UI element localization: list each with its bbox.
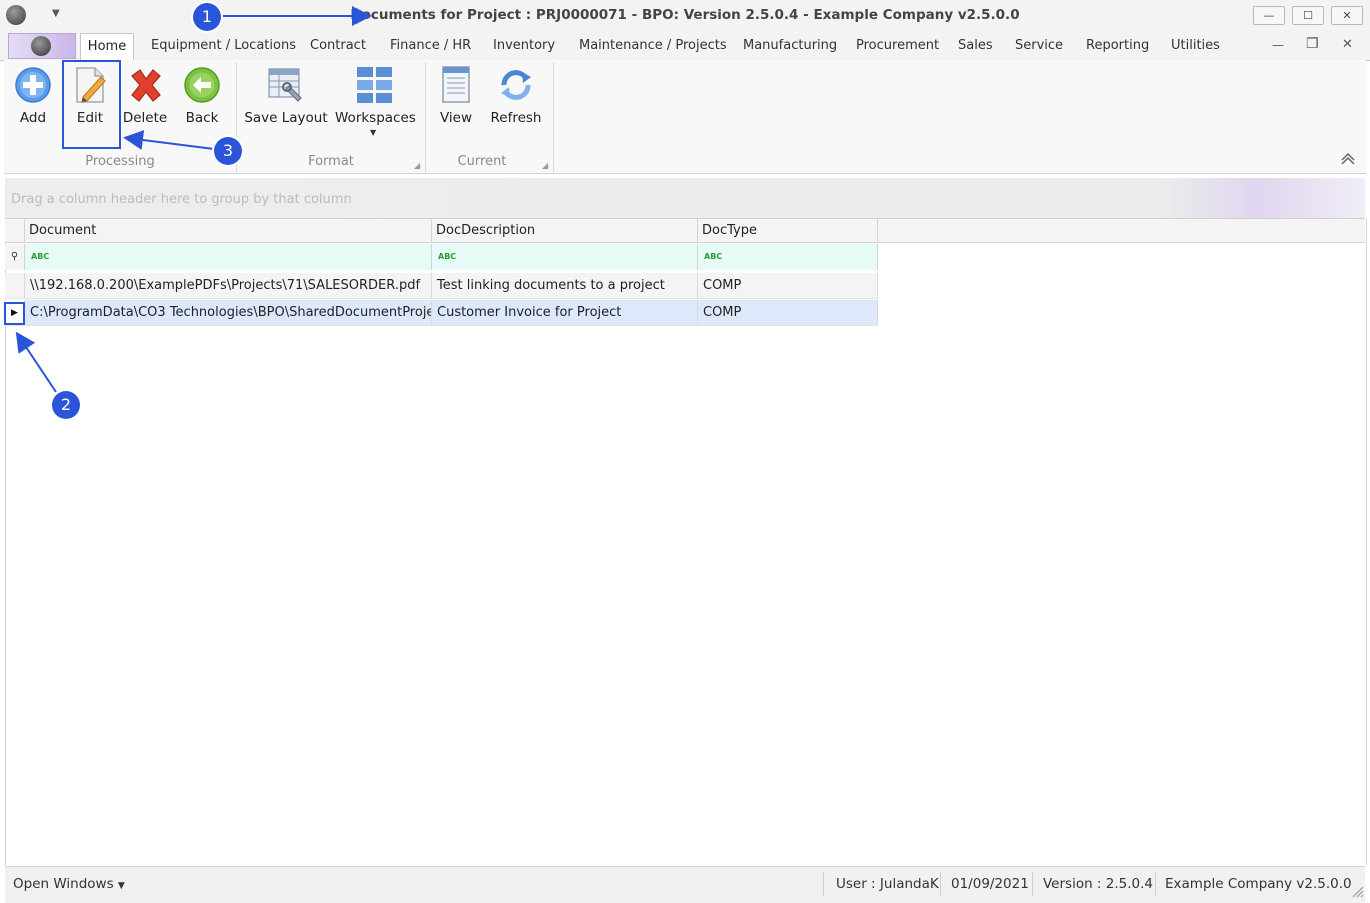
open-windows-label: Open Windows: [13, 876, 114, 892]
column-header-doctype[interactable]: DocType: [698, 219, 878, 243]
workspaces-label: Workspaces: [335, 110, 416, 126]
view-icon: [442, 66, 470, 103]
status-divider: [1032, 872, 1033, 896]
chevron-down-icon: ▼: [370, 128, 377, 137]
tab-inventory[interactable]: Inventory: [493, 38, 555, 53]
cell-docdescription[interactable]: Test linking documents to a project: [432, 273, 698, 299]
delete-icon: [131, 69, 161, 102]
back-label: Back: [185, 110, 219, 126]
annotation-badge: 3: [214, 137, 242, 165]
back-button[interactable]: Back: [179, 64, 225, 144]
tab-contract[interactable]: Contract: [310, 38, 366, 53]
row-indicator-header: [5, 219, 25, 243]
tab-utilities[interactable]: Utilities: [1171, 38, 1220, 53]
filter-cell-document[interactable]: ABC: [25, 244, 432, 270]
save-layout-button[interactable]: Save Layout: [243, 64, 329, 144]
save-layout-label: Save Layout: [244, 110, 328, 126]
cell-doctype[interactable]: COMP: [698, 300, 878, 326]
view-label: View: [439, 110, 473, 126]
cell-document[interactable]: \\192.168.0.200\ExamplePDFs\Projects\71\…: [25, 273, 432, 299]
open-windows-menu[interactable]: Open Windows ▼: [13, 876, 125, 892]
cell-doctype[interactable]: COMP: [698, 273, 878, 299]
status-date: 01/09/2021: [951, 876, 1029, 892]
group-label-current: Current: [457, 154, 507, 169]
cell-document[interactable]: C:\ProgramData\CO3 Technologies\BPO\Shar…: [25, 300, 432, 326]
save-layout-icon: [268, 68, 302, 102]
add-icon: [15, 67, 51, 103]
mdi-close-button[interactable]: ✕: [1342, 37, 1353, 52]
text-filter-icon: ABC: [31, 252, 50, 261]
status-user: User : JulandaK: [836, 876, 939, 892]
collapse-ribbon-icon[interactable]: [1340, 150, 1356, 166]
dialog-launcher-icon[interactable]: ◢: [414, 161, 420, 170]
status-company: Example Company v2.5.0.0: [1165, 876, 1352, 892]
edit-label: Edit: [76, 110, 104, 126]
tab-manufacturing[interactable]: Manufacturing: [743, 38, 837, 53]
annotation-badge: 1: [193, 3, 221, 31]
column-header-docdescription[interactable]: DocDescription: [432, 219, 698, 243]
status-divider: [1155, 872, 1156, 896]
cell-docdescription[interactable]: Customer Invoice for Project: [432, 300, 698, 326]
edit-icon: [76, 67, 106, 103]
refresh-icon: [501, 70, 531, 100]
refresh-button[interactable]: Refresh: [487, 64, 545, 144]
tab-reporting[interactable]: Reporting: [1086, 38, 1149, 53]
tab-maintenance-projects[interactable]: Maintenance / Projects: [579, 38, 727, 53]
filter-cell-doctype[interactable]: ABC: [698, 244, 878, 270]
size-grip-icon[interactable]: [1350, 884, 1364, 898]
group-divider: [553, 62, 554, 172]
app-logo-icon: [31, 36, 51, 56]
delete-label: Delete: [122, 110, 168, 126]
add-label: Add: [19, 110, 47, 126]
dialog-launcher-icon[interactable]: ◢: [542, 161, 548, 170]
filter-cell-docdescription[interactable]: ABC: [432, 244, 698, 270]
back-icon: [184, 67, 220, 103]
group-label-format: Format: [308, 154, 354, 169]
workspaces-button[interactable]: Workspaces ▼: [335, 64, 416, 144]
group-label-processing: Processing: [85, 154, 155, 169]
annotation-badge: 2: [52, 391, 80, 419]
status-version: Version : 2.5.0.4: [1043, 876, 1154, 892]
mdi-restore-button[interactable]: ❐: [1306, 36, 1319, 52]
tab-sales[interactable]: Sales: [958, 38, 993, 53]
chevron-down-icon: ▼: [117, 881, 125, 891]
row-indicator[interactable]: [5, 273, 25, 299]
tab-finance-hr[interactable]: Finance / HR: [390, 38, 471, 53]
tab-service[interactable]: Service: [1015, 38, 1063, 53]
close-button[interactable]: ✕: [1331, 6, 1363, 25]
workspaces-icon: [357, 67, 392, 103]
status-divider: [823, 872, 824, 896]
maximize-button[interactable]: ☐: [1292, 6, 1324, 25]
delete-button[interactable]: Delete: [122, 64, 168, 144]
refresh-label: Refresh: [490, 110, 542, 126]
status-bar: [5, 866, 1365, 903]
group-by-hint: Drag a column header here to group by th…: [11, 192, 352, 207]
minimize-button[interactable]: —: [1253, 6, 1285, 25]
app-menu-button[interactable]: [8, 33, 76, 59]
edit-button[interactable]: Edit: [65, 64, 115, 144]
text-filter-icon: ABC: [438, 252, 457, 261]
add-button[interactable]: Add: [10, 64, 56, 144]
view-button[interactable]: View: [433, 64, 479, 144]
text-filter-icon: ABC: [704, 252, 723, 261]
status-divider: [940, 872, 941, 896]
mdi-minimize-button[interactable]: —: [1272, 38, 1284, 52]
column-header-document[interactable]: Document: [25, 219, 432, 243]
tab-equipment-locations[interactable]: Equipment / Locations: [151, 38, 296, 53]
filter-pin-icon: ⚲: [5, 244, 25, 270]
grid-header-filler: [878, 219, 1365, 243]
tab-procurement[interactable]: Procurement: [856, 38, 939, 53]
tab-home[interactable]: Home: [80, 33, 134, 61]
row-indicator-icon[interactable]: ▶: [5, 300, 25, 326]
